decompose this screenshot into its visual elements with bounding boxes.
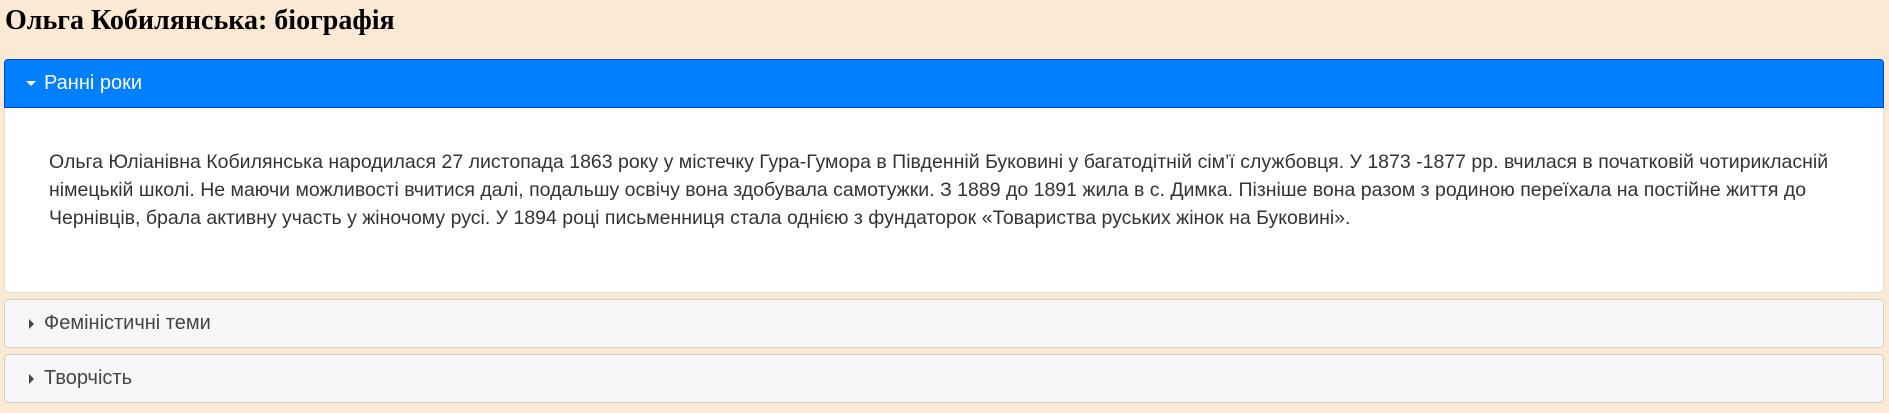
accordion-panel-early-years: Ранні роки Ольга Юліанівна Кобилянська н… [4, 59, 1884, 293]
accordion-panel-creativity: Творчість [4, 354, 1884, 403]
triangle-down-icon [24, 77, 38, 91]
biography-paragraph: Ольга Юліанівна Кобилянська народилася 2… [49, 151, 1829, 229]
accordion-panel-feminist-themes: Феміністичні теми [4, 299, 1884, 348]
triangle-right-icon [24, 372, 38, 386]
accordion-header-label: Феміністичні теми [44, 312, 211, 334]
accordion-header-label: Творчість [44, 367, 132, 389]
page-title: Ольга Кобилянська: біографія [5, 5, 395, 36]
biography-accordion: Ранні роки Ольга Юліанівна Кобилянська н… [4, 59, 1884, 409]
accordion-header-early-years[interactable]: Ранні роки [4, 59, 1884, 108]
accordion-header-feminist-themes[interactable]: Феміністичні теми [4, 299, 1884, 348]
accordion-content-early-years: Ольга Юліанівна Кобилянська народилася 2… [4, 108, 1884, 293]
accordion-header-creativity[interactable]: Творчість [4, 354, 1884, 403]
triangle-right-icon [24, 317, 38, 331]
accordion-header-label: Ранні роки [44, 72, 143, 94]
